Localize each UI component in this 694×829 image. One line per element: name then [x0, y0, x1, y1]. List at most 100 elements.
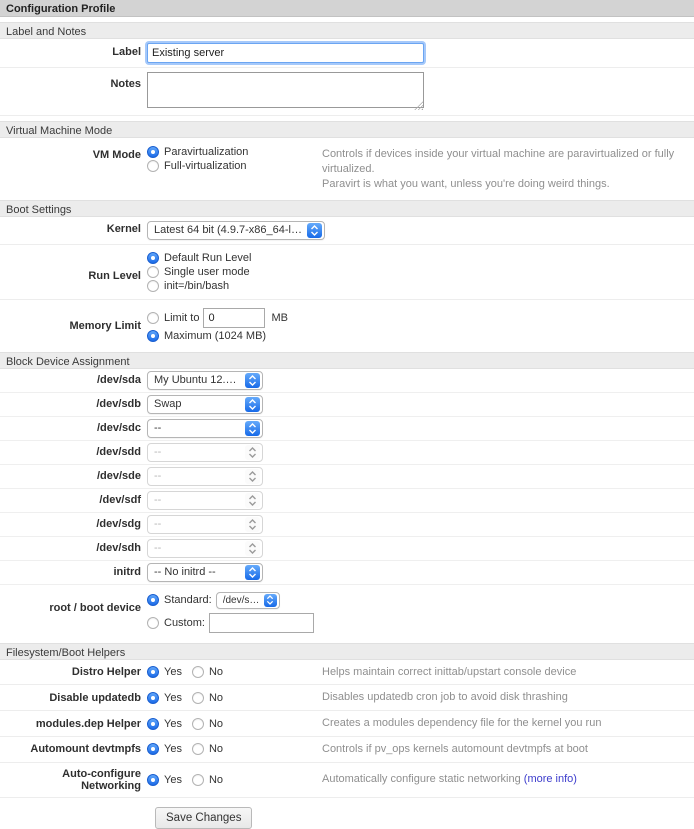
device-row-sdf: /dev/sdf -- — [0, 489, 694, 513]
radio-selected-icon[interactable] — [147, 146, 159, 158]
radio-init-bin-bash[interactable]: init=/bin/bash — [147, 280, 322, 292]
vm-mode-row: VM Mode Paravirtualization Full-virtuali… — [0, 138, 694, 200]
kernel-row: Kernel Latest 64 bit (4.9.7-x86_64-linod… — [0, 217, 694, 245]
device-select-sde[interactable]: -- — [147, 467, 263, 486]
kernel-label: Kernel — [0, 221, 147, 235]
radio-full-virtualization[interactable]: Full-virtualization — [147, 160, 322, 172]
radio-modulesdep-no[interactable]: No — [192, 718, 223, 730]
save-changes-button[interactable]: Save Changes — [155, 807, 252, 829]
helper-help-networking: Automatically configure static networkin… — [322, 772, 694, 787]
run-level-row: Run Level Default Run Level Single user … — [0, 245, 694, 300]
device-select-sdc[interactable]: -- — [147, 419, 263, 438]
device-select-sdg[interactable]: -- — [147, 515, 263, 534]
radio-networking-no[interactable]: No — [192, 774, 223, 786]
radio-selected-icon[interactable] — [147, 692, 159, 704]
helper-row-devtmpfs: Automount devtmpfs Yes No Controls if pv… — [0, 737, 694, 763]
label-input[interactable] — [147, 43, 424, 63]
device-select-sda[interactable]: My Ubuntu 12.04 Server — [147, 371, 263, 390]
run-level-label: Run Level — [0, 250, 147, 282]
custom-root-input[interactable] — [209, 613, 314, 633]
memory-limit-input[interactable] — [203, 308, 265, 328]
device-select-sdh[interactable]: -- — [147, 539, 263, 558]
root-device-label: root / boot device — [0, 590, 147, 614]
select-stepper-icon — [245, 565, 260, 580]
radio-unselected-icon[interactable] — [147, 160, 159, 172]
radio-single-user-mode[interactable]: Single user mode — [147, 266, 322, 278]
select-stepper-icon — [245, 541, 260, 556]
radio-selected-icon[interactable] — [147, 594, 159, 606]
radio-networking-yes[interactable]: Yes — [147, 774, 182, 786]
select-stepper-icon — [245, 517, 260, 532]
select-stepper-icon — [307, 223, 322, 238]
radio-maximum-memory[interactable]: Maximum (1024 MB) — [147, 330, 407, 342]
radio-selected-icon[interactable] — [147, 743, 159, 755]
radio-devtmpfs-no[interactable]: No — [192, 743, 223, 755]
radio-distro-no[interactable]: No — [192, 666, 223, 678]
helper-help-updatedb: Disables updatedb cron job to avoid disk… — [322, 690, 694, 705]
radio-selected-icon[interactable] — [147, 718, 159, 730]
device-select-sdb[interactable]: Swap — [147, 395, 263, 414]
radio-unselected-icon[interactable] — [192, 743, 204, 755]
radio-unselected-icon[interactable] — [192, 774, 204, 786]
vm-mode-help: Controls if devices inside your virtual … — [322, 144, 694, 192]
device-select-sdd[interactable]: -- — [147, 443, 263, 462]
radio-distro-yes[interactable]: Yes — [147, 666, 182, 678]
device-row-sdd: /dev/sdd -- — [0, 441, 694, 465]
standard-root-select[interactable]: /dev/sda — [216, 592, 280, 609]
radio-unselected-icon[interactable] — [147, 617, 159, 629]
device-row-sdg: /dev/sdg -- — [0, 513, 694, 537]
radio-devtmpfs-yes[interactable]: Yes — [147, 743, 182, 755]
radio-modulesdep-yes[interactable]: Yes — [147, 718, 182, 730]
select-stepper-icon — [245, 421, 260, 436]
device-row-sdh: /dev/sdh -- — [0, 537, 694, 561]
page-title: Configuration Profile — [0, 0, 694, 17]
select-stepper-icon — [245, 373, 260, 388]
helper-row-distro: Distro Helper Yes No Helps maintain corr… — [0, 660, 694, 686]
radio-unselected-icon[interactable] — [147, 266, 159, 278]
notes-row: Notes — [0, 68, 694, 116]
radio-selected-icon[interactable] — [147, 330, 159, 342]
more-info-link[interactable]: (more info) — [524, 773, 577, 785]
label-field-label: Label — [0, 43, 147, 58]
radio-unselected-icon[interactable] — [192, 666, 204, 678]
notes-textarea[interactable] — [147, 72, 424, 108]
radio-limit-to[interactable]: Limit to MB — [147, 308, 407, 328]
footer: Save Changes — [0, 798, 694, 829]
label-row: Label — [0, 39, 694, 68]
radio-selected-icon[interactable] — [147, 774, 159, 786]
select-stepper-icon — [264, 594, 277, 607]
radio-standard-root[interactable]: Standard: /dev/sda — [147, 592, 322, 609]
radio-default-run-level[interactable]: Default Run Level — [147, 252, 322, 264]
initrd-select[interactable]: -- No initrd -- — [147, 563, 263, 582]
radio-updatedb-yes[interactable]: Yes — [147, 692, 182, 704]
radio-unselected-icon[interactable] — [147, 280, 159, 292]
select-stepper-icon — [245, 445, 260, 460]
section-header-block-devices: Block Device Assignment — [0, 352, 694, 369]
radio-paravirtualization-label: Paravirtualization — [164, 146, 248, 158]
section-header-vm-mode: Virtual Machine Mode — [0, 121, 694, 138]
radio-selected-icon[interactable] — [147, 666, 159, 678]
radio-custom-root[interactable]: Custom: — [147, 613, 322, 633]
device-row-initrd: initrd -- No initrd -- — [0, 561, 694, 585]
select-stepper-icon — [245, 469, 260, 484]
notes-field-label: Notes — [0, 72, 147, 90]
kernel-select[interactable]: Latest 64 bit (4.9.7-x86_64-linode80) — [147, 221, 325, 240]
resize-grip-icon[interactable] — [414, 101, 423, 110]
vm-mode-label: VM Mode — [0, 144, 147, 161]
radio-paravirtualization[interactable]: Paravirtualization — [147, 146, 322, 158]
device-row-sda: /dev/sda My Ubuntu 12.04 Server — [0, 369, 694, 393]
section-header-boot-settings: Boot Settings — [0, 200, 694, 217]
radio-unselected-icon[interactable] — [192, 718, 204, 730]
radio-unselected-icon[interactable] — [147, 312, 159, 324]
device-select-sdf[interactable]: -- — [147, 491, 263, 510]
device-row-sdb: /dev/sdb Swap — [0, 393, 694, 417]
helper-row-modulesdep: modules.dep Helper Yes No Creates a modu… — [0, 711, 694, 737]
helper-help-distro: Helps maintain correct inittab/upstart c… — [322, 665, 694, 680]
helper-help-modulesdep: Creates a modules dependency file for th… — [322, 716, 694, 731]
memory-limit-row: Memory Limit Limit to MB Maximum (1024 M… — [0, 300, 694, 352]
radio-selected-icon[interactable] — [147, 252, 159, 264]
radio-full-virtualization-label: Full-virtualization — [164, 160, 247, 172]
radio-unselected-icon[interactable] — [192, 692, 204, 704]
device-row-sde: /dev/sde -- — [0, 465, 694, 489]
radio-updatedb-no[interactable]: No — [192, 692, 223, 704]
